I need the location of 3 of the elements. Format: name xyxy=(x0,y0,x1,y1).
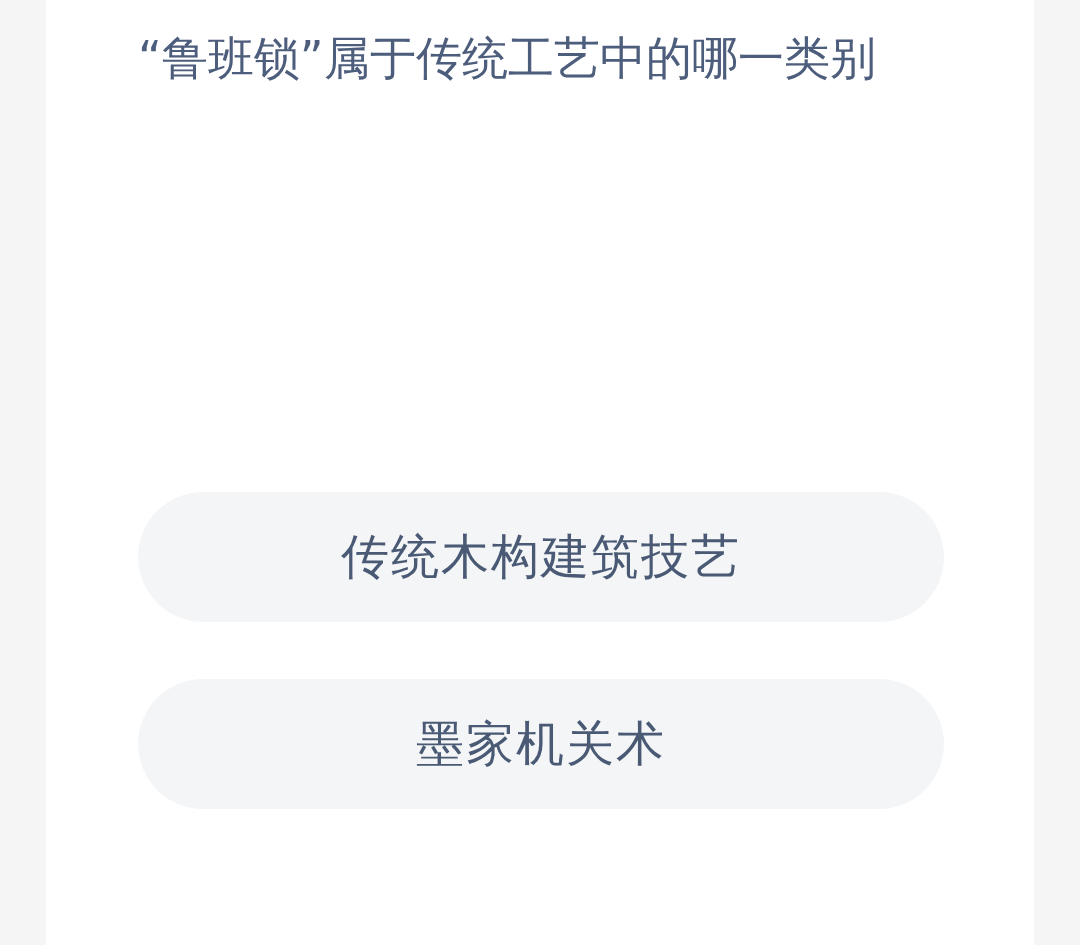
question-text: “鲁班锁”属于传统工艺中的哪一类别 xyxy=(138,30,877,87)
answer-option[interactable]: 墨家机关术 xyxy=(138,679,944,809)
answer-option[interactable]: 传统木构建筑技艺 xyxy=(138,492,944,622)
